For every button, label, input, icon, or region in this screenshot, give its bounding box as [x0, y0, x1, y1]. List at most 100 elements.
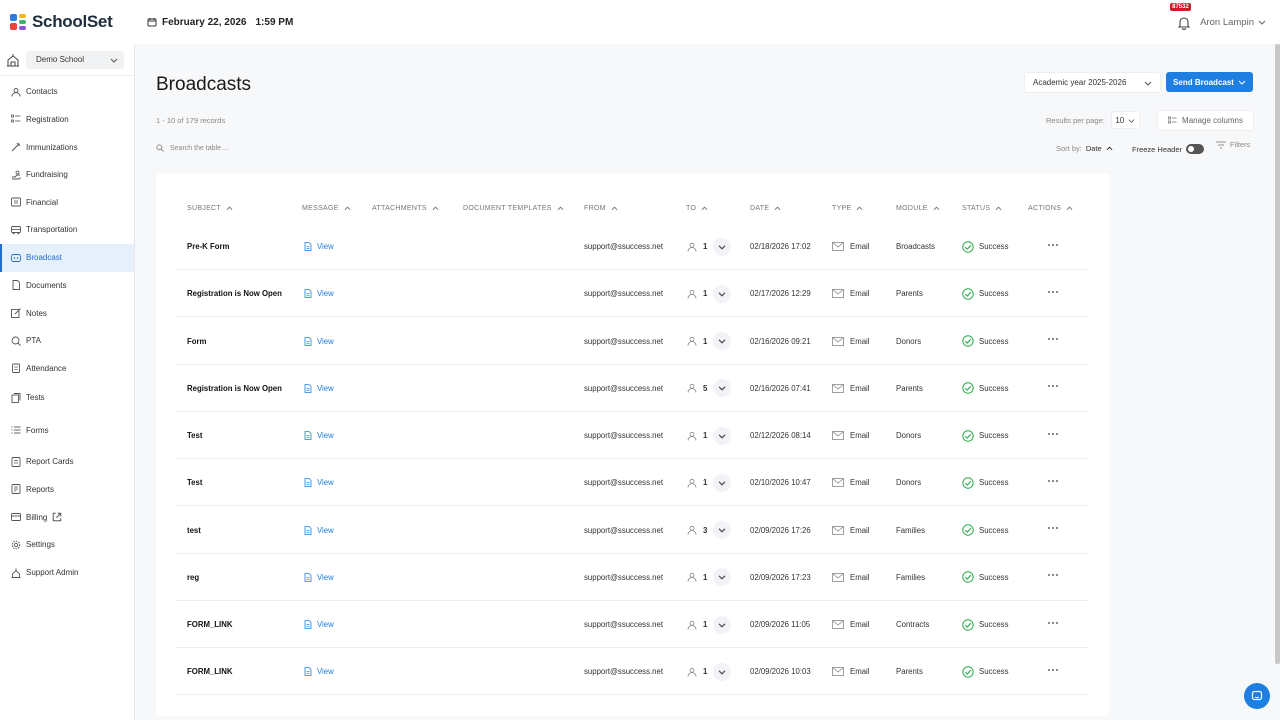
- sidebar-item-attendance[interactable]: Attendance: [0, 355, 134, 383]
- view-message-link[interactable]: View: [304, 412, 334, 459]
- view-message-link[interactable]: View: [304, 223, 334, 270]
- row-actions-button[interactable]: [1047, 505, 1059, 552]
- table-row[interactable]: FORM_LINK View support@ssuccess.net 1 02/09/…: [176, 599, 1088, 649]
- check-circle-icon: [962, 571, 974, 583]
- sidebar-item-broadcast[interactable]: Broadcast: [0, 244, 134, 272]
- table-row[interactable]: Pre-K Form View support@ssuccess.net 1 02/18…: [176, 221, 1088, 271]
- app-logo[interactable]: SchoolSet: [0, 0, 135, 44]
- sidebar-item-support-admin[interactable]: Support Admin: [0, 559, 134, 587]
- sidebar-item-pta[interactable]: PTA: [0, 327, 134, 355]
- column-header-actions[interactable]: ACTIONS: [1028, 205, 1073, 212]
- date-text: February 22, 2026: [162, 16, 247, 28]
- school-selector[interactable]: Demo School: [0, 44, 134, 76]
- academic-year-select[interactable]: Academic year 2025-2026: [1024, 72, 1161, 93]
- view-message-link[interactable]: View: [304, 507, 334, 554]
- view-message-link[interactable]: View: [304, 318, 334, 365]
- expand-recipients-button[interactable]: [713, 473, 732, 492]
- row-actions-button[interactable]: [1047, 221, 1059, 268]
- row-actions-button[interactable]: [1047, 646, 1059, 693]
- notifications-button[interactable]: 87532: [1170, 3, 1192, 30]
- row-actions-button[interactable]: [1047, 316, 1059, 363]
- expand-recipients-button[interactable]: [713, 426, 732, 445]
- table-row[interactable]: Registration is Now Open View support@ssuc…: [176, 365, 1088, 412]
- expand-recipients-button[interactable]: [713, 332, 732, 350]
- sidebar-item-notes[interactable]: Notes: [0, 300, 134, 328]
- column-header-from[interactable]: FROM: [584, 205, 618, 212]
- view-message-link[interactable]: View: [304, 554, 334, 601]
- sidebar-item-transportation[interactable]: Transportation: [0, 216, 134, 244]
- expand-recipients-button[interactable]: [713, 568, 732, 587]
- row-type: Email: [832, 554, 870, 601]
- contacts-icon: [11, 87, 21, 97]
- column-header-status[interactable]: STATUS: [962, 205, 1002, 212]
- table-row[interactable]: Registration is Now Open View support@ssuc…: [176, 268, 1088, 318]
- expand-recipients-button[interactable]: [713, 662, 732, 681]
- table-row[interactable]: Form View support@ssuccess.net 1 02/16/2026 …: [176, 318, 1088, 365]
- row-actions-button[interactable]: [1047, 552, 1059, 599]
- chat-button[interactable]: [1244, 683, 1270, 709]
- column-header-attachments[interactable]: ATTACHMENTS: [372, 205, 439, 212]
- table-row[interactable]: FORM_LINK View support@ssuccess.net 1 02/09/…: [176, 646, 1088, 696]
- sidebar-item-financial[interactable]: Financial: [0, 189, 134, 217]
- row-actions-button[interactable]: [1047, 363, 1059, 410]
- expand-recipients-button[interactable]: [713, 379, 732, 398]
- more-horizontal-icon: [1048, 621, 1058, 624]
- sidebar-item-documents[interactable]: Documents: [0, 272, 134, 300]
- sidebar-item-reports[interactable]: Reports: [0, 476, 134, 504]
- broadcast-icon: [11, 253, 21, 262]
- user-menu[interactable]: Aron Lampin: [1200, 17, 1266, 28]
- page-scrollbar[interactable]: [1275, 44, 1280, 664]
- sidebar-item-report-cards[interactable]: Report Cards: [0, 448, 134, 476]
- table-row[interactable]: test View support@ssuccess.net 3 02/09/2026 …: [176, 507, 1088, 554]
- sidebar-item-fundraising[interactable]: Fundraising: [0, 161, 134, 189]
- column-header-type[interactable]: TYPE: [832, 205, 863, 212]
- manage-columns-button[interactable]: Manage columns: [1157, 110, 1254, 131]
- table-row[interactable]: Test View support@ssuccess.net 1 02/10/2026 …: [176, 457, 1088, 507]
- column-header-document-templates[interactable]: DOCUMENT TEMPLATES: [463, 205, 564, 212]
- row-actions-button[interactable]: [1047, 599, 1059, 646]
- view-message-link[interactable]: View: [304, 270, 334, 317]
- sidebar-item-registration[interactable]: Registration: [0, 106, 134, 134]
- column-header-subject[interactable]: SUBJECT: [187, 205, 233, 212]
- view-message-link[interactable]: View: [304, 365, 334, 412]
- filters-button[interactable]: Filters: [1216, 140, 1250, 149]
- sidebar-item-billing[interactable]: Billing: [0, 504, 134, 532]
- table-row[interactable]: Test View support@ssuccess.net 1 02/12/2026 …: [176, 410, 1088, 460]
- view-message-link[interactable]: View: [304, 648, 334, 695]
- top-bar: SchoolSet February 22, 2026 1:59 PM 8753…: [0, 0, 1280, 44]
- filters-label: Filters: [1230, 140, 1251, 149]
- page-title: Broadcasts: [156, 74, 252, 95]
- view-message-link[interactable]: View: [304, 459, 334, 506]
- sidebar-item-contacts[interactable]: Contacts: [0, 78, 134, 106]
- expand-recipients-button[interactable]: [713, 615, 732, 634]
- column-header-to[interactable]: TO: [686, 205, 708, 212]
- expand-recipients-button[interactable]: [713, 237, 732, 256]
- send-broadcast-button[interactable]: Send Broadcast: [1166, 72, 1253, 92]
- check-circle-icon: [962, 666, 974, 678]
- person-icon: [687, 573, 697, 582]
- document-icon: [304, 525, 312, 535]
- expand-recipients-button[interactable]: [713, 521, 732, 539]
- expand-recipients-button[interactable]: [713, 284, 732, 303]
- column-header-module[interactable]: MODULE: [896, 205, 940, 212]
- results-per-page-select[interactable]: 10: [1110, 111, 1140, 129]
- sidebar-item-label: Settings: [26, 540, 55, 550]
- row-actions-button[interactable]: [1047, 410, 1059, 457]
- row-subject: Test: [187, 431, 203, 440]
- sidebar-item-immunizations[interactable]: Immunizations: [0, 134, 134, 162]
- row-module: Broadcasts: [896, 242, 936, 251]
- email-icon: [832, 431, 844, 440]
- row-actions-button[interactable]: [1047, 457, 1059, 504]
- sort-by-control[interactable]: Sort by: Date: [1056, 144, 1113, 153]
- sidebar-item-forms[interactable]: Forms: [0, 417, 134, 445]
- column-header-message[interactable]: MESSAGE: [302, 205, 351, 212]
- sort-chevron-up-icon: [611, 206, 618, 211]
- table-row[interactable]: reg View support@ssuccess.net 1 02/09/2026 1…: [176, 554, 1088, 601]
- column-header-date[interactable]: DATE: [750, 205, 781, 212]
- search-input[interactable]: Search the table ...: [156, 144, 229, 152]
- row-actions-button[interactable]: [1047, 268, 1059, 315]
- sidebar-item-settings[interactable]: Settings: [0, 531, 134, 559]
- sidebar-item-tests[interactable]: Tests: [0, 384, 134, 412]
- freeze-header-toggle[interactable]: [1186, 144, 1205, 154]
- view-message-link[interactable]: View: [304, 601, 334, 648]
